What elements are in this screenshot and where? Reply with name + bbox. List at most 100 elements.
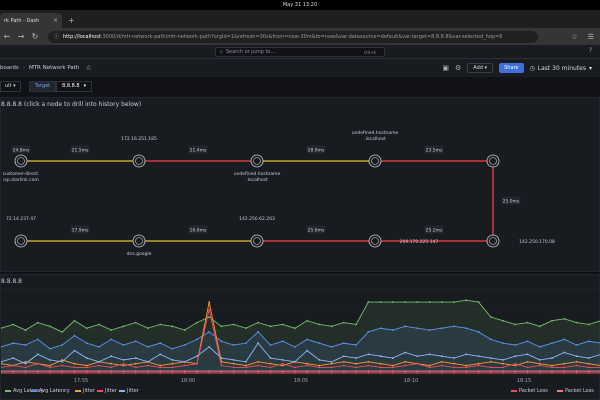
data-point [563,317,566,320]
data-point [575,344,578,346]
data-point [367,353,370,356]
data-point [257,364,260,367]
data-point [159,364,162,367]
settings-gear-icon[interactable]: ⚙ [455,64,461,72]
legend-item[interactable]: Jitter [75,388,95,394]
data-point [318,359,321,361]
legend-item[interactable]: Jitter [119,388,139,394]
panel-title: 8.8.8.8 [1,278,22,285]
data-point [159,353,162,356]
breadcrumb-dashboard-title[interactable]: MTR Network Path [29,65,79,71]
legend-swatch [119,390,125,392]
bookmark-star-icon[interactable]: ☆ [571,33,577,41]
x-tick-label: 18:00 [181,378,195,384]
save-icon[interactable]: ▣ [442,64,449,72]
hop-hostname-label: dns.google [127,251,152,257]
search-input[interactable]: ⌕ Search or jump to... ctrl+k [215,47,385,57]
data-point [538,345,541,348]
data-point [12,364,15,367]
help-icon[interactable]: ? [589,47,592,54]
hop-node[interactable] [14,154,28,168]
browser-menu-icon[interactable]: ☰ [588,33,594,41]
data-point [134,321,137,324]
data-point [587,323,590,326]
data-point [465,372,468,374]
hop-node[interactable] [250,234,264,248]
data-point [220,372,223,374]
legend-item[interactable]: Packet Loss [557,388,594,394]
data-point [73,370,76,373]
hop-node[interactable] [250,154,264,168]
data-point [208,331,211,333]
hop-node[interactable] [14,234,28,248]
hop-node[interactable] [132,234,146,248]
data-point [318,342,321,345]
target-variable-select[interactable]: 8.8.8.8 ▾ [56,80,93,92]
data-point [122,362,125,365]
data-point [110,355,113,358]
url-bar[interactable]: ⓘ http://localhost:3000/d/mtr-network-pa… [48,30,538,43]
add-button[interactable]: Add ▾ [467,63,494,73]
new-tab-icon[interactable]: + [68,16,75,25]
data-point [428,301,431,303]
data-point [440,355,443,358]
data-point [208,301,211,303]
browser-tab[interactable]: rk Path - Dash × [0,13,62,28]
share-button[interactable]: Share [499,63,524,73]
data-point [293,360,296,363]
reload-icon[interactable]: ↻ [28,32,42,41]
data-point [257,342,260,345]
data-point [416,362,419,365]
legend-item[interactable]: Packet Loss [511,388,548,394]
hop-node[interactable] [486,234,500,248]
data-point [563,370,566,373]
data-point [318,323,321,326]
data-point [220,357,223,359]
data-point [36,338,39,341]
legend-item[interactable]: Avg Latency [31,388,70,394]
legend-item[interactable]: Jitter [97,388,117,394]
data-point [355,362,358,365]
data-point [220,370,223,373]
data-point [147,364,149,367]
search-icon: ⌕ [220,49,223,55]
hop-node[interactable] [368,234,382,248]
data-point [269,344,272,346]
hop-node[interactable] [368,154,382,168]
data-point [489,360,492,363]
data-point [416,301,419,303]
data-point [196,321,198,324]
data-point [416,370,419,373]
close-tab-icon[interactable]: × [53,17,58,24]
data-point [12,342,15,345]
data-point [318,366,321,369]
data-point [159,366,162,369]
forward-icon[interactable]: → [14,32,28,41]
latency-badge: 21.5ms [70,145,90,154]
breadcrumb-dashboards[interactable]: boards [0,65,19,71]
back-icon[interactable]: ← [0,32,14,41]
data-point [134,362,137,365]
favorite-star-icon[interactable]: ☆ [85,64,91,72]
data-point [489,357,492,359]
legend-label: Jitter [83,388,95,394]
data-point [514,323,517,326]
data-point [159,342,162,345]
data-point [330,372,333,374]
chevron-down-icon: ▾ [588,64,592,72]
datasource-select[interactable]: ult ▾ [0,80,21,92]
data-point [428,353,431,356]
data-point [244,364,247,367]
data-point [110,372,113,374]
legend-swatch [557,390,563,392]
data-point [416,372,419,374]
data-point [404,301,406,303]
data-point [85,327,88,330]
data-point [379,362,382,365]
time-range-picker[interactable]: ◷ Last 30 minutes ▾ [530,65,593,72]
data-point [232,366,235,369]
hop-node[interactable] [132,154,146,168]
data-point [514,355,517,358]
hop-node[interactable] [486,154,500,168]
data-point [355,372,358,374]
